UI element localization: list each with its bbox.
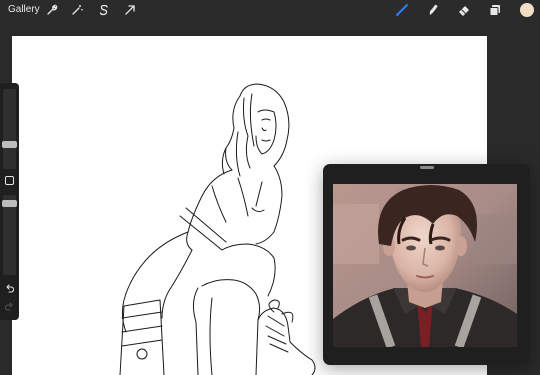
brush-size-slider[interactable] xyxy=(2,89,17,169)
reference-drag-handle[interactable] xyxy=(420,166,434,169)
selection-s-icon[interactable] xyxy=(97,3,111,17)
modify-button[interactable] xyxy=(5,176,14,185)
reference-window[interactable] xyxy=(323,164,530,365)
left-sidebar xyxy=(0,83,19,320)
transform-arrow-icon[interactable] xyxy=(123,3,137,17)
redo-icon[interactable] xyxy=(4,301,15,312)
brush-size-thumb[interactable] xyxy=(2,141,17,148)
undo-icon[interactable] xyxy=(4,283,15,294)
gallery-button[interactable]: Gallery xyxy=(8,4,40,15)
opacity-thumb[interactable] xyxy=(2,200,17,207)
smudge-icon[interactable] xyxy=(426,3,440,17)
wrench-icon[interactable] xyxy=(45,3,59,17)
color-swatch[interactable] xyxy=(520,3,534,17)
top-toolbar: Gallery xyxy=(0,0,540,21)
magic-wand-icon[interactable] xyxy=(70,3,84,17)
eraser-icon[interactable] xyxy=(457,3,471,17)
reference-image xyxy=(333,184,517,347)
layers-icon[interactable] xyxy=(488,3,502,17)
opacity-slider[interactable] xyxy=(2,195,17,275)
brush-icon[interactable] xyxy=(395,3,409,17)
